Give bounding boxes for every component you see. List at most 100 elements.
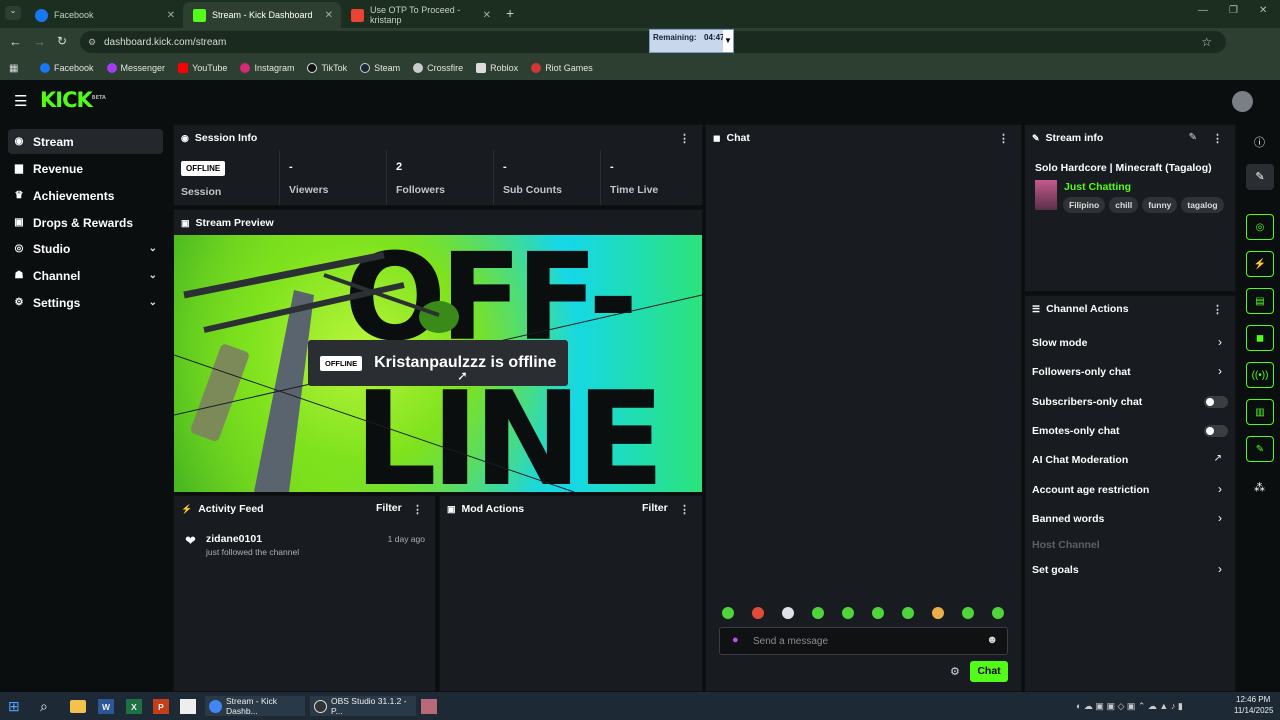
bookmark-youtube[interactable]: YouTube — [178, 63, 227, 73]
close-icon[interactable]: ✕ — [325, 10, 333, 21]
sidebar-item-channel[interactable]: ☗ Channel ⌄ — [8, 263, 163, 288]
clock-date[interactable]: 11/14/2025 — [1234, 706, 1273, 715]
chat-input[interactable]: ● Send a message ☻ — [719, 627, 1008, 655]
emote-1[interactable] — [721, 606, 735, 620]
bookmark-star-icon[interactable]: ☆ — [1201, 35, 1212, 49]
bookmark-facebook[interactable]: Facebook — [40, 63, 94, 73]
system-tray[interactable]: ◐ ☁ ▣ ▣ ◇ ▣ ⌃ ☁ ▲ ♪ ▮ — [1076, 696, 1183, 716]
camera-icon[interactable]: ◎ — [1246, 214, 1274, 240]
tab-gmail-otp[interactable]: Use OTP To Proceed - kristanp ✕ — [341, 2, 499, 28]
close-icon[interactable]: ✕ — [167, 10, 175, 21]
external-link-icon[interactable]: ↗ — [1214, 453, 1222, 464]
close-icon[interactable]: ✕ — [483, 10, 491, 21]
bookmark-riot-games[interactable]: Riot Games — [531, 63, 593, 73]
layout-tool-icon[interactable]: ▥ — [1246, 399, 1274, 425]
chat-tool-icon[interactable]: ◼ — [1246, 325, 1274, 351]
stream-category[interactable]: Just Chatting — [1064, 181, 1131, 193]
emote-10[interactable] — [991, 606, 1005, 620]
sidebar-item-settings[interactable]: ⚙ Settings ⌄ — [8, 290, 163, 315]
activity-filter-button[interactable]: Filter — [376, 502, 402, 514]
info-icon[interactable]: ⓘ — [1254, 134, 1265, 150]
chevron-right-icon[interactable]: › — [1218, 562, 1222, 576]
chat-settings-icon[interactable]: ⚙ — [950, 665, 960, 678]
bookmark-instagram[interactable]: Instagram — [240, 63, 294, 73]
bookmark-tiktok[interactable]: TikTok — [307, 63, 347, 73]
tab-kick-dashboard[interactable]: Stream - Kick Dashboard ✕ — [183, 2, 341, 28]
bookmark-messenger[interactable]: Messenger — [106, 63, 165, 73]
emotes-only-toggle[interactable] — [1204, 425, 1228, 437]
lightning-tool-icon[interactable]: ⚡ — [1246, 251, 1274, 277]
stream-info-more-icon[interactable]: ⋮ — [1212, 132, 1223, 145]
chevron-right-icon[interactable]: › — [1218, 364, 1222, 378]
mod-filter-button[interactable]: Filter — [642, 502, 668, 514]
file-explorer-icon[interactable] — [70, 700, 86, 713]
edit-mode-icon[interactable]: ✎ — [1246, 164, 1274, 190]
bookmark-steam[interactable]: Steam — [360, 63, 400, 73]
bookmark-crossfire[interactable]: Crossfire — [413, 63, 463, 73]
sidebar-item-achievements[interactable]: ♛ Achievements — [8, 183, 163, 208]
activity-more-icon[interactable]: ⋮ — [412, 503, 423, 516]
hamburger-menu-icon[interactable]: ☰ — [14, 92, 27, 110]
chat-more-icon[interactable]: ⋮ — [998, 132, 1009, 145]
mod-more-icon[interactable]: ⋮ — [679, 503, 690, 516]
excel-icon[interactable]: X — [126, 699, 142, 714]
apps-grid-icon[interactable]: ▦ — [9, 63, 18, 74]
taskbar-chrome[interactable]: Stream - Kick Dashb... — [205, 696, 305, 716]
emote-8[interactable] — [931, 606, 945, 620]
emoji-icon[interactable]: ☻ — [986, 634, 998, 646]
activity-username[interactable]: zidane0101 — [206, 533, 262, 545]
windows-start-icon[interactable]: ⊞ — [8, 696, 20, 716]
tab-search-button[interactable]: ⌄ — [5, 6, 21, 20]
subscribers-only-toggle[interactable] — [1204, 396, 1228, 408]
ai-chat-moderation-item[interactable]: AI Chat Moderation — [1032, 454, 1128, 466]
set-goals-item[interactable]: Set goals — [1032, 564, 1079, 576]
session-more-icon[interactable]: ⋮ — [679, 132, 690, 145]
tag-chip[interactable]: tagalog — [1181, 197, 1224, 213]
sidebar-item-studio[interactable]: ◎ Studio ⌄ — [8, 236, 163, 261]
window-close-icon[interactable]: ✕ — [1259, 5, 1267, 16]
powerpoint-icon[interactable]: P — [153, 699, 169, 714]
store-icon[interactable] — [180, 699, 196, 714]
word-icon[interactable]: W — [98, 699, 114, 714]
bookmark-roblox[interactable]: Roblox — [476, 63, 518, 73]
tag-chip[interactable]: funny — [1142, 197, 1178, 213]
sidebar-item-revenue[interactable]: ▆ Revenue — [8, 156, 163, 181]
emote-4[interactable] — [811, 606, 825, 620]
microphone-icon[interactable]: ● — [732, 634, 739, 646]
emote-7[interactable] — [901, 606, 915, 620]
chevron-right-icon[interactable]: › — [1218, 482, 1222, 496]
user-avatar[interactable] — [1232, 91, 1253, 112]
app-icon[interactable] — [421, 699, 437, 714]
account-age-restriction-item[interactable]: Account age restriction — [1032, 484, 1149, 496]
timer-dropdown-icon[interactable]: ▼ — [723, 30, 733, 52]
broadcast-tool-icon[interactable]: ((•)) — [1246, 362, 1274, 388]
tag-chip[interactable]: Filipino — [1063, 197, 1106, 213]
back-icon[interactable]: ← — [9, 34, 22, 49]
chevron-right-icon[interactable]: › — [1218, 511, 1222, 525]
tab-facebook[interactable]: Facebook ✕ — [25, 2, 183, 28]
search-icon[interactable]: ⌕ — [40, 696, 48, 716]
restore-icon[interactable]: ❐ — [1229, 5, 1238, 16]
edit-pencil-icon[interactable]: ✎ — [1189, 132, 1197, 143]
chevron-right-icon[interactable]: › — [1218, 335, 1222, 349]
integrations-icon[interactable]: ⁂ — [1254, 481, 1265, 494]
forward-icon[interactable]: → — [33, 34, 46, 49]
kick-logo[interactable]: KICKBETA — [40, 88, 106, 112]
minimize-icon[interactable]: — — [1198, 5, 1208, 16]
site-info-icon[interactable]: ⚙ — [88, 37, 96, 48]
clipboard-icon[interactable]: ▤ — [1246, 288, 1274, 314]
taskbar-obs[interactable]: OBS Studio 31.1.2 - P... — [310, 696, 416, 716]
channel-actions-more-icon[interactable]: ⋮ — [1212, 303, 1223, 316]
banned-words-item[interactable]: Banned words — [1032, 513, 1104, 525]
followers-only-chat-item[interactable]: Followers-only chat — [1032, 366, 1131, 378]
sidebar-item-drops-rewards[interactable]: ▣ Drops & Rewards — [8, 210, 163, 235]
new-tab-icon[interactable]: + — [506, 5, 514, 21]
emote-9[interactable] — [961, 606, 975, 620]
emote-2[interactable] — [751, 606, 765, 620]
sidebar-item-stream[interactable]: ◉ Stream — [8, 129, 163, 154]
reload-icon[interactable]: ↻ — [57, 34, 67, 48]
clock-time[interactable]: 12:46 PM — [1236, 695, 1270, 704]
emote-5[interactable] — [841, 606, 855, 620]
slow-mode-item[interactable]: Slow mode — [1032, 337, 1087, 349]
tag-chip[interactable]: chill — [1109, 197, 1139, 213]
